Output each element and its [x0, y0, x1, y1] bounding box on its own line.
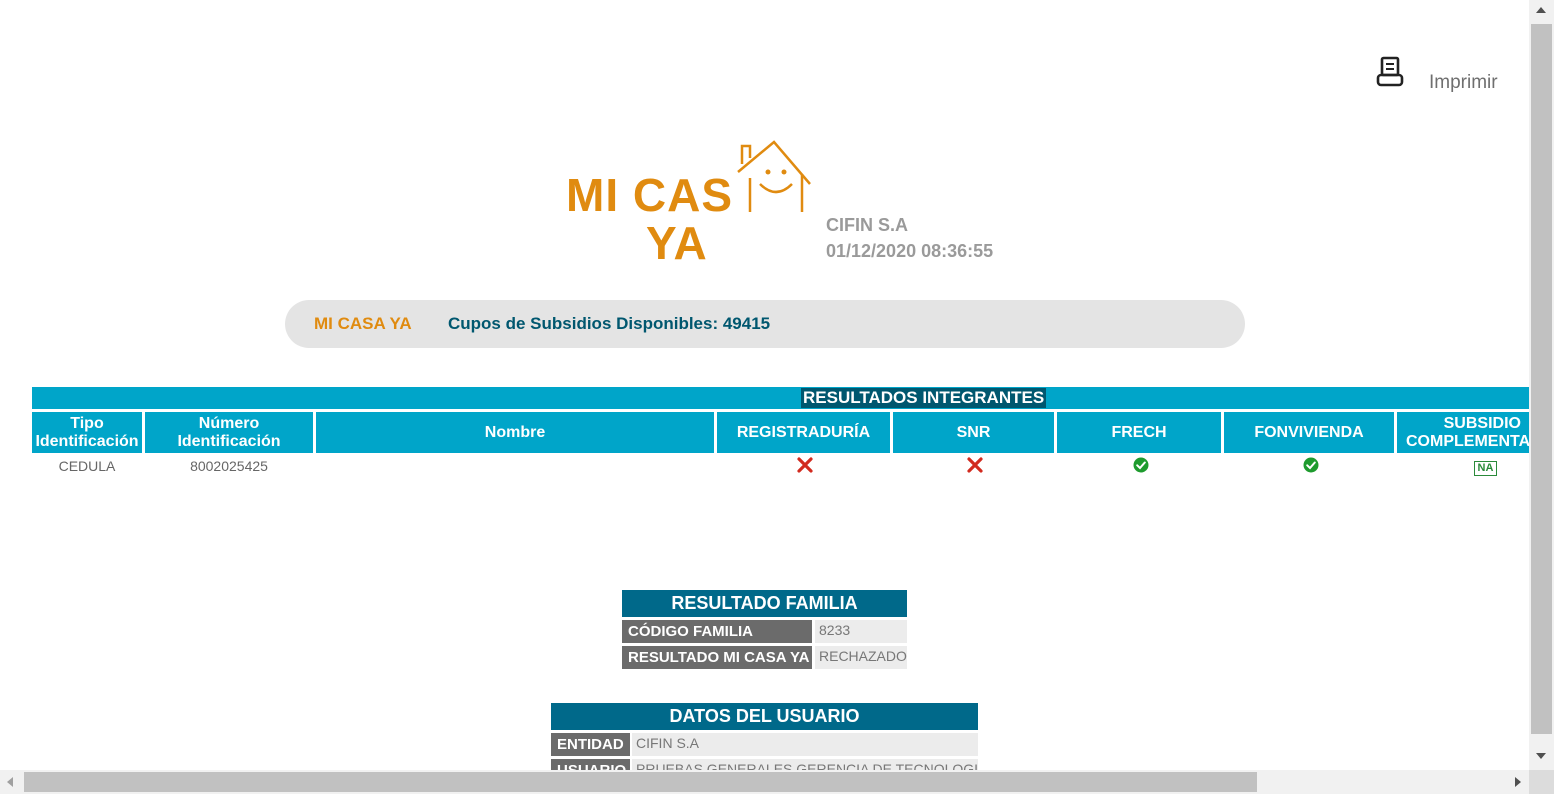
col-label: Tipo Identificación: [35, 414, 139, 450]
check-icon: [1133, 457, 1149, 473]
scroll-left-arrow-icon[interactable]: [7, 777, 13, 787]
col-label: Nombre: [484, 423, 546, 441]
x-icon: [797, 457, 813, 473]
col-subsidio-complementario: SUBSIDIO COMPLEMENTARIO: [1397, 412, 1529, 453]
col-fonvivienda: FONVIVIENDA: [1224, 412, 1394, 453]
page: Imprimir MI CAS YA CIFIN S.A 01/12/2020 …: [0, 0, 1554, 794]
print-button[interactable]: Imprimir: [1376, 56, 1498, 93]
user-table-title: DATOS DEL USUARIO: [551, 703, 978, 730]
na-badge: NA: [1474, 461, 1497, 476]
family-result-label: RESULTADO MI CASA YA: [622, 646, 812, 669]
entity-name: CIFIN S.A: [826, 215, 909, 235]
vertical-scroll-thumb[interactable]: [1531, 24, 1552, 734]
entity-label: ENTIDAD: [551, 733, 630, 756]
scrollbar-corner: [1529, 770, 1554, 794]
available-subsidies: Cupos de Subsidios Disponibles: 49415: [448, 314, 771, 333]
col-snr: SNR: [893, 412, 1054, 453]
cell-tipo: CEDULA: [58, 458, 116, 474]
family-code-value: 8233: [815, 620, 907, 643]
program-name: MI CASA YA: [314, 314, 412, 333]
col-numero-identificacion: Número Identificación: [145, 412, 313, 453]
entity-value: CIFIN S.A: [632, 733, 978, 756]
family-result-value: RECHAZADO: [815, 646, 907, 669]
printer-icon: [1376, 56, 1404, 87]
col-label: Número Identificación: [177, 414, 281, 450]
col-label: SUBSIDIO COMPLEMENTARIO: [1406, 414, 1529, 450]
house-smile-icon: [737, 140, 811, 212]
scroll-right-arrow-icon[interactable]: [1515, 777, 1521, 787]
mi-casa-ya-logo: MI CAS YA: [562, 138, 814, 269]
col-label: REGISTRADURÍA: [736, 423, 871, 441]
family-table-title: RESULTADO FAMILIA: [622, 590, 907, 617]
results-title: RESULTADOS INTEGRANTES: [801, 388, 1047, 408]
logo-line-2: YA: [646, 217, 708, 269]
cell-numero: 8002025425: [190, 458, 268, 474]
col-tipo-identificacion: Tipo Identificación: [32, 412, 142, 453]
family-code-label: CÓDIGO FAMILIA: [622, 620, 812, 643]
col-registraduria: REGISTRADURÍA: [717, 412, 890, 453]
print-label[interactable]: Imprimir: [1429, 72, 1498, 94]
horizontal-scroll-thumb[interactable]: [24, 772, 1257, 792]
results-title-bar: RESULTADOS INTEGRANTES: [32, 387, 1529, 409]
scroll-down-arrow-icon[interactable]: [1536, 753, 1546, 759]
col-frech: FRECH: [1057, 412, 1221, 453]
col-nombre: Nombre: [316, 412, 714, 453]
report-datetime: 01/12/2020 08:36:55: [826, 241, 994, 261]
col-label: FONVIVIENDA: [1254, 423, 1364, 441]
col-label: FRECH: [1111, 423, 1167, 441]
x-icon: [967, 457, 983, 473]
scroll-up-arrow-icon[interactable]: [1536, 7, 1546, 13]
col-label: SNR: [956, 423, 991, 441]
subsidy-banner: MI CASA YA Cupos de Subsidios Disponible…: [285, 300, 1245, 348]
logo-line-1: MI CAS: [566, 169, 733, 221]
check-icon: [1303, 457, 1319, 473]
